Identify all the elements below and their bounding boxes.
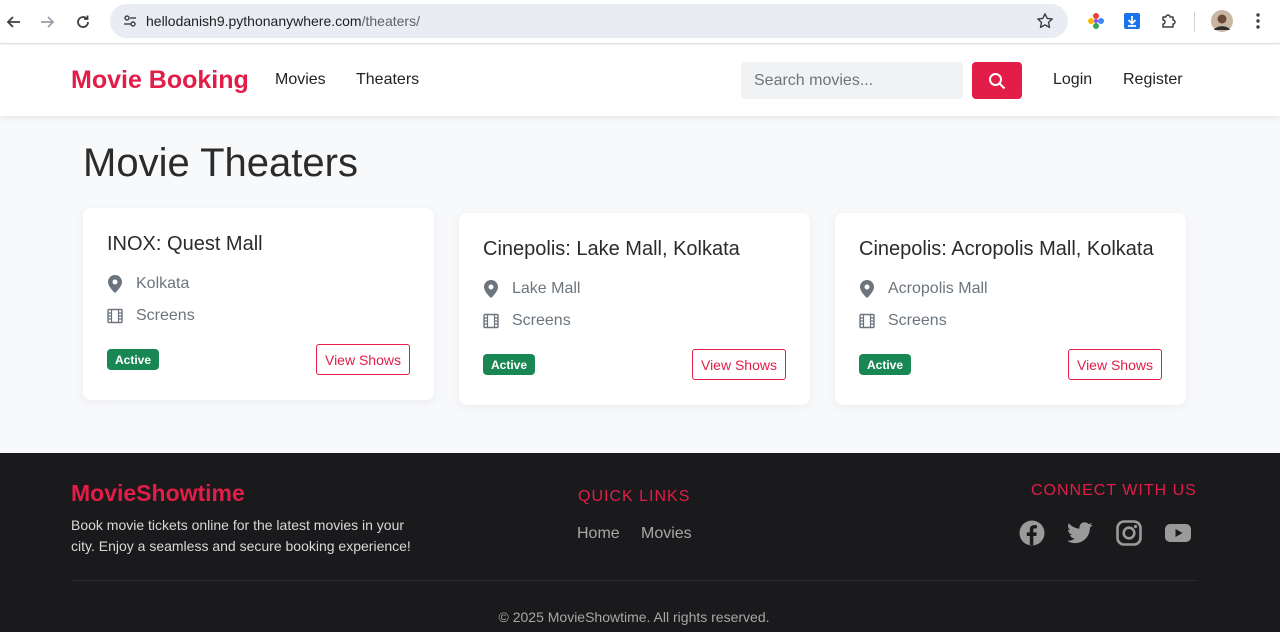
footer-link-home[interactable]: Home <box>577 525 620 543</box>
screens-label: Screens <box>136 307 195 324</box>
theater-card: Cinepolis: Lake Mall, Kolkata Lake Mall … <box>459 213 810 405</box>
download-icon[interactable] <box>1120 9 1144 33</box>
connect-heading: CONNECT WITH US <box>1031 482 1197 499</box>
screens-row: Screens <box>107 306 195 326</box>
theater-location: Kolkata <box>136 275 190 292</box>
screens-label: Screens <box>512 312 571 329</box>
twitter-icon[interactable] <box>1067 520 1093 546</box>
theater-name: Cinepolis: Lake Mall, Kolkata <box>483 238 740 260</box>
film-icon <box>483 312 499 330</box>
browser-toolbar: hellodanish9.pythonanywhere.com/theaters… <box>0 0 1280 44</box>
address-bar[interactable]: hellodanish9.pythonanywhere.com/theaters… <box>110 4 1068 38</box>
youtube-icon[interactable] <box>1165 520 1191 546</box>
footer-link-movies[interactable]: Movies <box>641 525 692 543</box>
reload-icon[interactable] <box>69 8 97 36</box>
view-shows-button[interactable]: View Shows <box>315 344 410 375</box>
theater-name: INOX: Quest Mall <box>107 233 263 255</box>
forward-arrow-icon[interactable] <box>33 8 61 36</box>
site-navbar: Movie Booking Movies Theaters Login Regi… <box>0 45 1280 116</box>
theater-name: Cinepolis: Acropolis Mall, Kolkata <box>859 238 1154 260</box>
site-footer: MovieShowtime Book movie tickets online … <box>0 453 1280 632</box>
url-text: hellodanish9.pythonanywhere.com/theaters… <box>146 13 420 29</box>
footer-divider <box>71 580 1197 581</box>
instagram-icon[interactable] <box>1116 520 1142 546</box>
quick-links-heading: QUICK LINKS <box>578 488 691 505</box>
view-shows-button[interactable]: View Shows <box>691 349 786 380</box>
location-row: Acropolis Mall <box>859 279 988 299</box>
search-button[interactable] <box>972 62 1022 99</box>
profile-avatar[interactable] <box>1210 9 1234 33</box>
theater-location: Acropolis Mall <box>888 280 988 297</box>
film-icon <box>859 312 875 330</box>
bookmark-star-icon[interactable] <box>1034 10 1056 32</box>
nav-link-theaters[interactable]: Theaters <box>356 71 419 89</box>
map-pin-icon <box>483 280 499 298</box>
copyright-text: © 2025 MovieShowtime. All rights reserve… <box>498 609 770 625</box>
register-link[interactable]: Register <box>1123 71 1183 89</box>
theater-card: Cinepolis: Acropolis Mall, Kolkata Acrop… <box>835 213 1186 405</box>
facebook-icon[interactable] <box>1019 520 1045 546</box>
status-badge: Active <box>107 349 160 370</box>
nav-link-movies[interactable]: Movies <box>275 71 326 89</box>
screens-label: Screens <box>888 312 947 329</box>
status-badge: Active <box>859 354 912 375</box>
film-icon <box>107 307 123 325</box>
brand-logo[interactable]: Movie Booking <box>71 66 249 95</box>
map-pin-icon <box>107 275 123 293</box>
search-input[interactable] <box>741 62 963 99</box>
map-pin-icon <box>859 280 875 298</box>
extension-color-icon[interactable] <box>1084 9 1108 33</box>
screens-row: Screens <box>859 311 947 331</box>
footer-brand: MovieShowtime <box>71 480 245 506</box>
site-settings-icon[interactable] <box>118 9 142 33</box>
menu-kebab-icon[interactable] <box>1246 9 1270 33</box>
toolbar-divider <box>1194 12 1195 32</box>
search-box <box>741 62 963 99</box>
theater-location: Lake Mall <box>512 280 581 297</box>
location-row: Kolkata <box>107 274 189 294</box>
search-icon <box>989 72 1006 89</box>
url-host: hellodanish9.pythonanywhere.com <box>146 13 362 29</box>
screens-row: Screens <box>483 311 571 331</box>
view-shows-button[interactable]: View Shows <box>1067 349 1162 380</box>
footer-description: Book movie tickets online for the latest… <box>71 517 411 554</box>
status-badge: Active <box>483 354 536 375</box>
theater-card: INOX: Quest Mall Kolkata Screens Active … <box>83 208 434 400</box>
extensions-puzzle-icon[interactable] <box>1157 9 1181 33</box>
back-arrow-icon[interactable] <box>0 8 28 36</box>
page-title: Movie Theaters <box>83 141 358 185</box>
url-path: /theaters/ <box>361 13 420 29</box>
location-row: Lake Mall <box>483 279 580 299</box>
login-link[interactable]: Login <box>1053 71 1092 89</box>
